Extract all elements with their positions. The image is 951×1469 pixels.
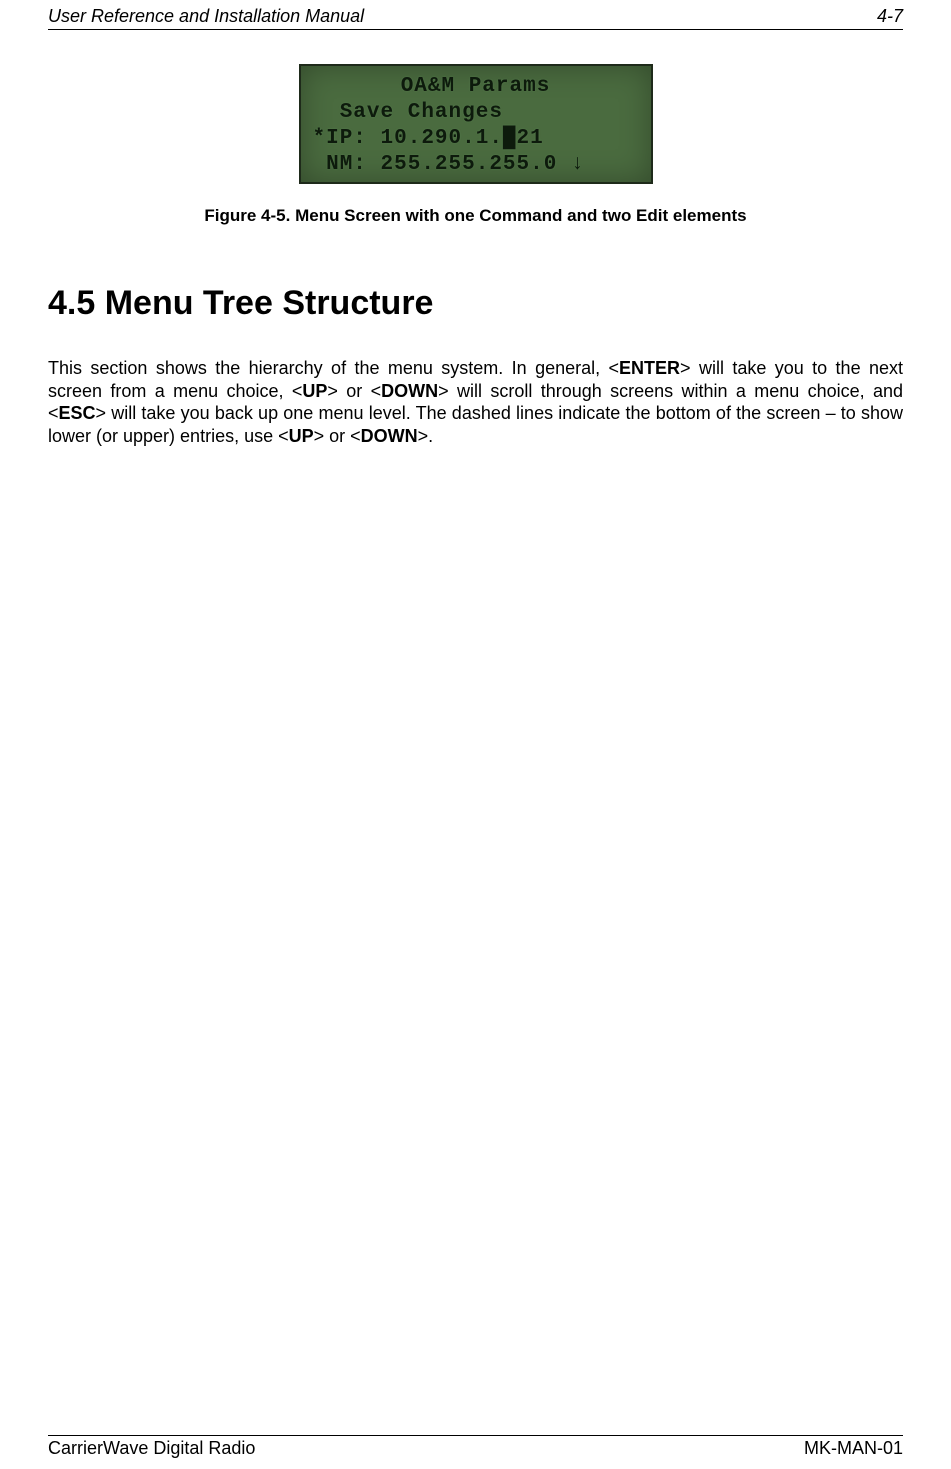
header-title: User Reference and Installation Manual [48, 6, 364, 27]
header-rule [48, 29, 903, 30]
key-up: UP [289, 426, 314, 446]
page-header: User Reference and Installation Manual 4… [48, 0, 903, 29]
figure-caption: Figure 4-5. Menu Screen with one Command… [48, 206, 903, 226]
footer-right: MK-MAN-01 [804, 1438, 903, 1459]
para-text: > or < [327, 381, 381, 401]
lcd-screen: OA&M Params Save Changes *IP: 10.290.1.█… [299, 64, 653, 184]
page-footer: CarrierWave Digital Radio MK-MAN-01 [48, 1435, 903, 1459]
section-heading: 4.5 Menu Tree Structure [48, 284, 903, 323]
lcd-figure: OA&M Params Save Changes *IP: 10.290.1.█… [48, 64, 903, 184]
key-enter: ENTER [619, 358, 680, 378]
para-text: > will take you back up one menu level. … [48, 403, 903, 446]
key-up: UP [302, 381, 327, 401]
header-page-number: 4-7 [877, 6, 903, 27]
key-down: DOWN [361, 426, 418, 446]
lcd-line-4: NM: 255.255.255.0 ↓ [313, 152, 639, 178]
para-text: This section shows the hierarchy of the … [48, 358, 619, 378]
footer-left: CarrierWave Digital Radio [48, 1438, 255, 1459]
key-esc: ESC [59, 403, 96, 423]
para-text: > or < [314, 426, 361, 446]
lcd-line-1: OA&M Params [313, 74, 639, 100]
lcd-line-3: *IP: 10.290.1.█21 [313, 126, 639, 152]
para-text: >. [418, 426, 434, 446]
section-paragraph: This section shows the hierarchy of the … [48, 357, 903, 447]
lcd-line-2: Save Changes [313, 100, 639, 126]
key-down: DOWN [381, 381, 438, 401]
